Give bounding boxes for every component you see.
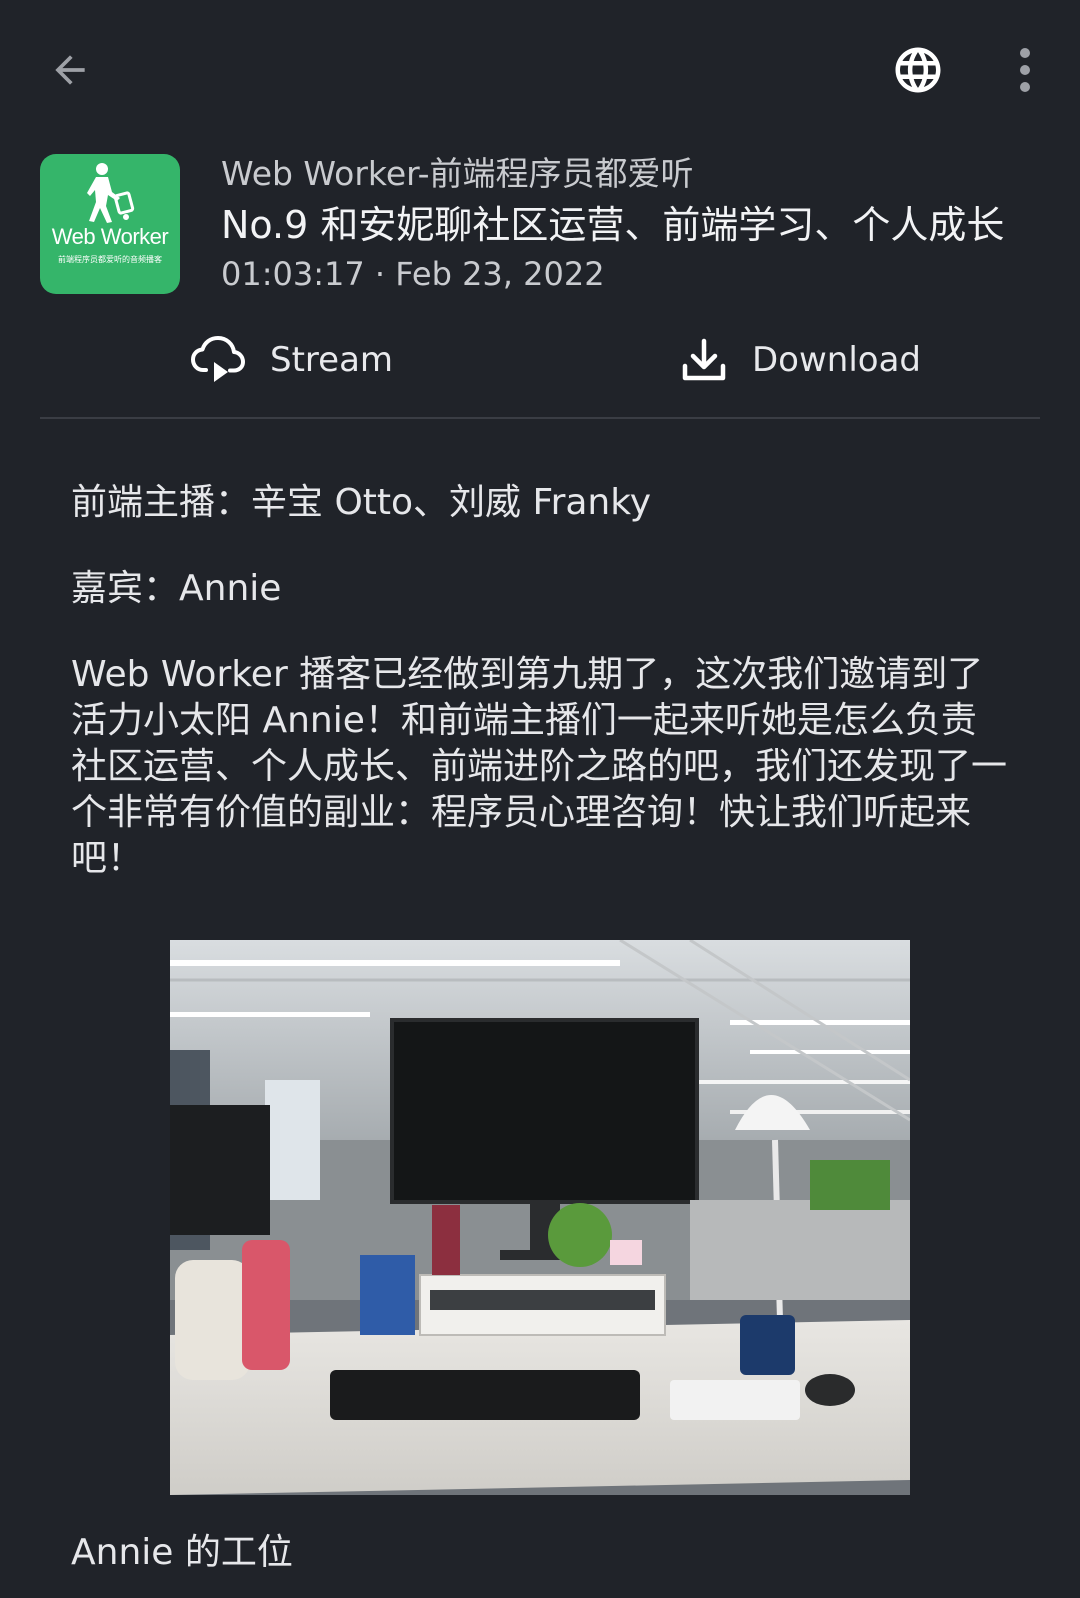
divider [40, 417, 1040, 419]
episode-title: No.9 和安妮聊社区运营、前端学习、个人成长 [221, 203, 1005, 247]
photo-caption: Annie 的工位 [71, 1532, 293, 1573]
podcast-artwork[interactable]: Web Worker 前端程序员都爱听的音频播客 [40, 154, 180, 294]
download-icon [682, 338, 726, 381]
more-options-button[interactable] [1000, 40, 1050, 100]
episode-actions: Stream Download [40, 320, 1040, 400]
download-label: Download [752, 340, 922, 380]
office-desk-photo[interactable] [170, 940, 910, 1495]
artwork-logo-subtext: 前端程序员都爱听的音频播客 [58, 255, 162, 264]
arrow-left-icon [55, 55, 85, 85]
episode-header: Web Worker 前端程序员都爱听的音频播客 Web Worker-前端程序… [40, 154, 1050, 304]
description-body: Web Worker 播客已经做到第九期了，这次我们邀请到了活力小太阳 Anni… [71, 654, 1008, 879]
hosts-line: 前端主播：辛宝 Otto、刘威 Franky [71, 482, 652, 523]
cloud-play-icon [191, 336, 245, 382]
artwork-logo-text: Web Worker [51, 224, 169, 249]
website-button[interactable] [888, 40, 948, 100]
stream-label: Stream [270, 340, 394, 380]
top-app-bar [0, 0, 1080, 140]
episode-info: Web Worker-前端程序员都爱听 No.9 和安妮聊社区运营、前端学习、个… [221, 154, 1051, 296]
more-vertical-icon [1020, 48, 1030, 92]
episode-duration-date: 01:03:17 · Feb 23, 2022 [221, 255, 605, 293]
download-button[interactable]: Download [680, 320, 921, 400]
globe-icon [895, 47, 941, 93]
podcast-name[interactable]: Web Worker-前端程序员都爱听 [221, 154, 1051, 194]
stream-button[interactable]: Stream [190, 320, 393, 400]
back-button[interactable] [40, 40, 100, 100]
episode-description: 前端主播：辛宝 Otto、刘威 Franky 嘉宾：Annie Web Work… [71, 480, 1011, 922]
delivery-person-icon [82, 162, 138, 228]
guest-line: 嘉宾：Annie [71, 568, 282, 609]
